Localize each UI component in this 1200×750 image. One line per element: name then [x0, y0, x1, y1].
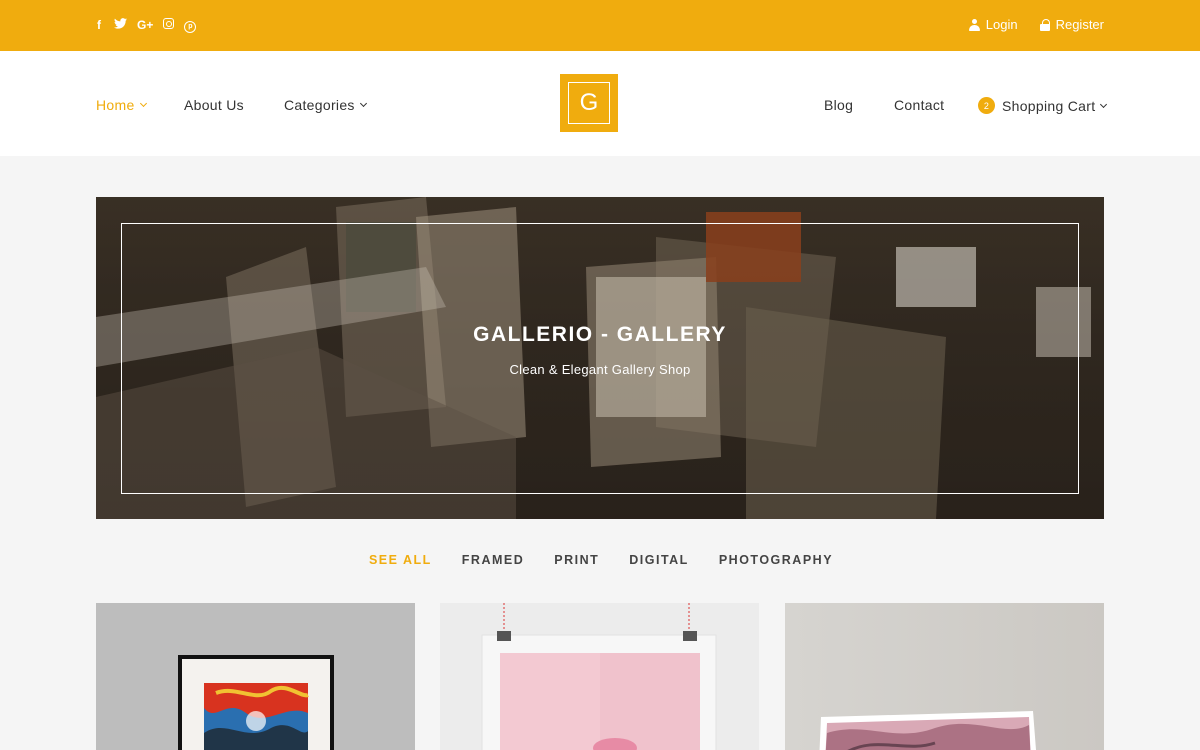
nav-categories-label: Categories [284, 97, 355, 113]
hero-subtitle: Clean & Elegant Gallery Shop [509, 362, 691, 377]
user-icon [968, 18, 980, 31]
nav-blog-label: Blog [824, 97, 854, 113]
facebook-icon[interactable]: f [94, 17, 104, 33]
chevron-down-icon [139, 99, 147, 108]
nav-contact-label: Contact [894, 97, 945, 113]
main-header: Home About Us Categories G Blog Contact … [0, 51, 1200, 156]
nav-cart-label: Shopping Cart [1002, 97, 1096, 114]
product-card[interactable] [440, 603, 759, 750]
filter-framed[interactable]: FRAMED [462, 553, 524, 567]
login-label: Login [985, 17, 1018, 32]
hero-title: GALLERIO - GALLERY [473, 323, 727, 346]
category-filters: SEE ALL FRAMED PRINT DIGITAL PHOTOGRAPHY [0, 553, 1200, 567]
auth-links: Login Register [968, 17, 1104, 32]
chevron-down-icon [1100, 100, 1108, 108]
logo-letter: G [568, 82, 610, 124]
register-link[interactable]: Register [1039, 17, 1104, 32]
pinterest-icon[interactable]: p [184, 16, 197, 33]
filter-see-all[interactable]: SEE ALL [369, 553, 432, 567]
social-links: f G+ p [94, 16, 197, 33]
nav-about-label: About Us [184, 97, 244, 113]
product-card[interactable] [96, 603, 415, 750]
filter-photography[interactable]: PHOTOGRAPHY [719, 553, 833, 567]
instagram-icon[interactable] [163, 17, 175, 33]
top-bar: f G+ p Login Register [0, 0, 1200, 51]
nav-blog[interactable]: Blog [824, 97, 853, 113]
cart-count-badge: 2 [978, 97, 995, 114]
hero-frame [121, 223, 1079, 494]
framed-artwork-image [178, 655, 334, 750]
nav-home-label: Home [96, 97, 135, 113]
chevron-down-icon [359, 99, 367, 108]
lock-icon [1039, 18, 1050, 31]
register-label: Register [1055, 17, 1104, 32]
nav-contact[interactable]: Contact [894, 97, 944, 113]
site-logo[interactable]: G [560, 74, 618, 132]
nav-home[interactable]: Home [96, 97, 147, 113]
hanging-print-image [481, 603, 717, 750]
nav-about[interactable]: About Us [184, 97, 244, 113]
filter-print[interactable]: PRINT [554, 553, 599, 567]
nav-categories[interactable]: Categories [284, 97, 367, 113]
twitter-icon[interactable] [114, 17, 127, 33]
google-plus-icon[interactable]: G+ [137, 17, 153, 33]
leaning-painting-image [819, 711, 1036, 750]
nav-shopping-cart[interactable]: 2 Shopping Cart [978, 97, 1108, 114]
filter-digital[interactable]: DIGITAL [629, 553, 689, 567]
hero-banner: GALLERIO - GALLERY Clean & Elegant Galle… [96, 197, 1104, 519]
login-link[interactable]: Login [968, 17, 1018, 32]
product-card[interactable] [785, 603, 1104, 750]
